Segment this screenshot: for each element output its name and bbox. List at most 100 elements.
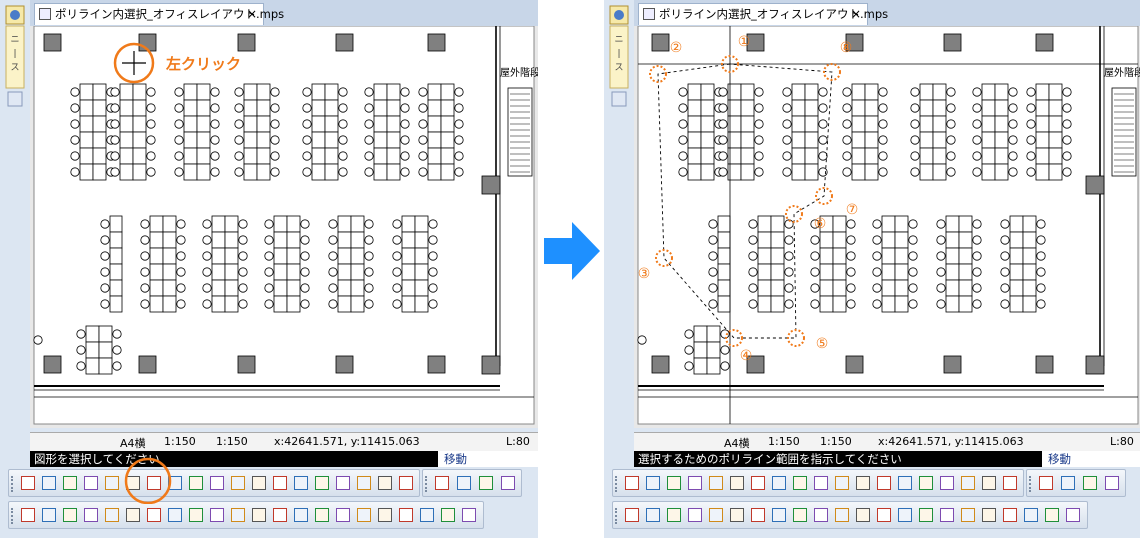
tool-icon[interactable] (168, 508, 182, 522)
toolbar-grip[interactable] (425, 476, 430, 492)
layers-icon[interactable] (7, 91, 23, 107)
toolbar-grip[interactable] (615, 476, 620, 492)
tool-icon[interactable] (273, 508, 287, 522)
tool-icon[interactable] (315, 476, 329, 490)
close-icon[interactable]: × (247, 4, 257, 24)
tool-icon[interactable] (982, 508, 996, 522)
tool-icon[interactable] (898, 476, 912, 490)
document-tab[interactable]: ポリライン内選択_オフィスレイアウト.mps × (638, 3, 888, 25)
tool-icon[interactable] (231, 508, 245, 522)
tool-icon[interactable] (940, 476, 954, 490)
tool-icon[interactable] (772, 476, 786, 490)
tool-icon[interactable] (315, 508, 329, 522)
tool-icon[interactable] (1105, 476, 1119, 490)
tool-icon[interactable] (21, 508, 35, 522)
tool-icon[interactable] (189, 508, 203, 522)
layers-icon[interactable] (611, 91, 627, 107)
tool-icon[interactable] (688, 508, 702, 522)
tool-icon[interactable] (1003, 508, 1017, 522)
tool-icon[interactable] (1083, 476, 1097, 490)
office-floor-plan[interactable]: 屋外階段 ① ② ③ ④ ⑤ ⑥ ⑦ ⑧ (634, 25, 1140, 428)
tool-icon[interactable] (877, 476, 891, 490)
tool-icon[interactable] (982, 476, 996, 490)
tool-icon[interactable] (105, 508, 119, 522)
tool-icon[interactable] (625, 508, 639, 522)
tool-icon[interactable] (940, 508, 954, 522)
drawing-canvas[interactable]: 屋外階段 ① ② ③ ④ ⑤ ⑥ ⑦ ⑧ (634, 25, 1140, 428)
tool-icon[interactable] (231, 476, 245, 490)
tool-icon[interactable] (688, 476, 702, 490)
toolbar-grip[interactable] (615, 508, 620, 524)
tool-icon[interactable] (667, 476, 681, 490)
tool-icon[interactable] (1061, 476, 1075, 490)
tool-icon[interactable] (357, 476, 371, 490)
tool-icon[interactable] (1066, 508, 1080, 522)
tool-icon[interactable] (63, 508, 77, 522)
tool-icon[interactable] (961, 508, 975, 522)
tool-icon[interactable] (399, 476, 413, 490)
tool-icon[interactable] (793, 476, 807, 490)
tool-icon[interactable] (435, 476, 449, 490)
tool-icon[interactable] (252, 508, 266, 522)
command-mode[interactable]: 移動 (440, 451, 538, 467)
tool-icon[interactable] (294, 476, 308, 490)
tool-icon[interactable] (1045, 508, 1059, 522)
tool-icon[interactable] (751, 476, 765, 490)
tool-icon[interactable] (378, 476, 392, 490)
tool-icon[interactable] (399, 508, 413, 522)
tool-icon[interactable] (210, 476, 224, 490)
tool-icon[interactable] (919, 508, 933, 522)
tool-icon[interactable] (709, 508, 723, 522)
tool-icon[interactable] (898, 508, 912, 522)
toolbar-grip[interactable] (11, 476, 16, 492)
close-icon[interactable]: × (851, 4, 861, 24)
tool-icon[interactable] (420, 508, 434, 522)
tool-icon[interactable] (835, 508, 849, 522)
tool-icon[interactable] (252, 476, 266, 490)
tool-icon[interactable] (378, 508, 392, 522)
drawing-canvas[interactable]: 屋外階段 左クリック (30, 25, 538, 428)
tool-icon[interactable] (84, 476, 98, 490)
tool-icon[interactable] (273, 476, 287, 490)
tool-icon[interactable] (751, 508, 765, 522)
desk-cluster[interactable] (76, 325, 122, 375)
desk-cluster[interactable] (684, 325, 730, 375)
tool-icon[interactable] (462, 508, 476, 522)
tool-icon[interactable] (336, 476, 350, 490)
tool-icon[interactable] (919, 476, 933, 490)
tool-icon[interactable] (835, 476, 849, 490)
tool-icon[interactable] (877, 508, 891, 522)
toolbar-grip[interactable] (1029, 476, 1034, 492)
command-mode[interactable]: 移動 (1044, 451, 1140, 467)
tool-icon[interactable] (1003, 476, 1017, 490)
office-floor-plan[interactable]: 屋外階段 左クリック (30, 25, 538, 428)
tool-icon[interactable] (42, 476, 56, 490)
tool-icon[interactable] (63, 476, 77, 490)
tool-icon[interactable] (126, 508, 140, 522)
tool-icon[interactable] (105, 476, 119, 490)
tool-icon[interactable] (21, 476, 35, 490)
tool-icon[interactable] (501, 476, 515, 490)
toolbar-grip[interactable] (11, 508, 16, 524)
document-tab[interactable]: ポリライン内選択_オフィスレイアウト.mps × (34, 3, 284, 25)
tool-icon[interactable] (646, 508, 660, 522)
tool-icon[interactable] (1039, 476, 1053, 490)
tool-icon[interactable] (457, 476, 471, 490)
tool-icon[interactable] (84, 508, 98, 522)
tool-icon[interactable] (42, 508, 56, 522)
tool-icon[interactable] (479, 476, 493, 490)
tool-icon[interactable] (625, 476, 639, 490)
tool-icon[interactable] (189, 476, 203, 490)
tool-icon[interactable] (357, 508, 371, 522)
tool-icon[interactable] (1024, 508, 1038, 522)
tool-icon[interactable] (294, 508, 308, 522)
tool-icon[interactable] (961, 476, 975, 490)
tool-icon[interactable] (441, 508, 455, 522)
tool-icon[interactable] (814, 476, 828, 490)
tool-icon[interactable] (814, 508, 828, 522)
tool-icon[interactable] (772, 508, 786, 522)
tool-icon[interactable] (336, 508, 350, 522)
tool-icon[interactable] (667, 508, 681, 522)
tool-icon[interactable] (856, 476, 870, 490)
tool-icon[interactable] (210, 508, 224, 522)
